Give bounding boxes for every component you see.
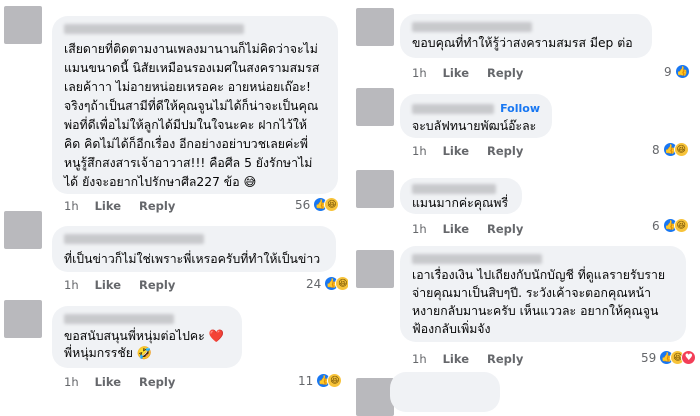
reaction-count: 24	[306, 276, 322, 291]
comment-bubble: เสียดายที่ติดตามงานเพลงมานานก็ไม่คิดว่าจ…	[52, 16, 338, 194]
reaction-summary[interactable]: 59 👍 😆 ♥	[641, 350, 697, 365]
comment-bubble: Follow จะบลัฟทนายพัฒน์อ๊ะละ	[400, 94, 552, 138]
reply-button[interactable]: Reply	[487, 144, 523, 158]
reaction-summary[interactable]: 8 👍 😆	[652, 142, 689, 157]
comment-bubble: ขอสนับสนุนพี่หนุ่มต่อไปคะ ❤️ พี่หนุ่มกรร…	[52, 306, 242, 368]
comment-bubble: ขอบคุณที่ทำให้รู้ว่าสงครามสมรส มีep ต่อ	[400, 14, 652, 58]
timestamp: 1h	[412, 352, 427, 366]
comment-text: แมนมากค่ะคุณพรี่	[412, 196, 509, 210]
reaction-summary[interactable]: 6 👍 😆	[652, 218, 689, 233]
haha-reaction-icon: 😆	[327, 373, 343, 388]
avatar[interactable]	[356, 170, 394, 208]
reaction-count: 6	[652, 218, 660, 233]
timestamp: 1h	[64, 375, 79, 389]
reply-button[interactable]: Reply	[139, 278, 175, 292]
reaction-count: 8	[652, 142, 660, 157]
like-button[interactable]: Like	[443, 66, 469, 80]
reaction-summary[interactable]: 24 👍 😆	[306, 276, 351, 291]
love-reaction-icon: ♥	[681, 350, 697, 365]
reaction-summary[interactable]: 11 👍 😆	[298, 373, 343, 388]
author-name-blurred[interactable]	[64, 24, 244, 34]
comment-text: ที่เป็นข่าวก็ไม่ใช่เพราะพี่เหรอครับที่ทำ…	[64, 252, 321, 266]
avatar[interactable]	[356, 250, 394, 288]
reaction-count: 56	[295, 197, 311, 212]
author-name-blurred[interactable]	[412, 103, 495, 114]
timestamp: 1h	[64, 199, 79, 213]
follow-button[interactable]: Follow	[500, 102, 540, 115]
avatar[interactable]	[356, 8, 394, 46]
reply-button[interactable]: Reply	[139, 375, 175, 389]
avatar[interactable]	[4, 6, 42, 44]
comment-actions: 1h Like Reply	[64, 278, 193, 292]
reply-button[interactable]: Reply	[487, 222, 523, 236]
timestamp: 1h	[412, 144, 427, 158]
like-button[interactable]: Like	[443, 352, 469, 366]
comment-text: จะบลัฟทนายพัฒน์อ๊ะละ	[412, 119, 537, 133]
comment-actions: 1h Like Reply	[412, 352, 541, 366]
timestamp: 1h	[64, 278, 79, 292]
reaction-count: 11	[298, 373, 314, 388]
haha-reaction-icon: 😆	[673, 142, 689, 157]
reaction-count: 9	[664, 64, 672, 79]
author-name-blurred[interactable]	[412, 184, 496, 194]
comment-bubble	[390, 372, 500, 412]
avatar[interactable]	[4, 300, 42, 338]
reply-button[interactable]: Reply	[487, 352, 523, 366]
comment-actions: 1h Like Reply	[64, 375, 193, 389]
author-name-blurred[interactable]	[64, 234, 204, 244]
reaction-count: 59	[641, 350, 657, 365]
like-button[interactable]: Like	[95, 375, 121, 389]
reply-button[interactable]: Reply	[487, 66, 523, 80]
like-reaction-icon: 👍	[674, 64, 690, 79]
haha-reaction-icon: 😆	[673, 218, 689, 233]
comment-actions: 1h Like Reply	[64, 199, 193, 213]
comment-text: เสียดายที่ติดตามงานเพลงมานานก็ไม่คิดว่าจ…	[64, 42, 320, 189]
reaction-summary[interactable]: 56 👍 😆	[295, 197, 340, 212]
comment-text: ขอบคุณที่ทำให้รู้ว่าสงครามสมรส มีep ต่อ	[412, 36, 633, 50]
avatar[interactable]	[356, 88, 394, 126]
reply-button[interactable]: Reply	[139, 199, 175, 213]
column-divider	[348, 0, 352, 404]
comment-bubble: แมนมากค่ะคุณพรี่	[400, 178, 522, 214]
avatar[interactable]	[4, 211, 42, 249]
author-name-blurred[interactable]	[412, 22, 532, 32]
like-button[interactable]: Like	[443, 144, 469, 158]
comment-bubble: ที่เป็นข่าวก็ไม่ใช่เพราะพี่เหรอครับที่ทำ…	[52, 226, 336, 272]
haha-reaction-icon: 😆	[324, 197, 340, 212]
like-button[interactable]: Like	[443, 222, 469, 236]
timestamp: 1h	[412, 66, 427, 80]
author-name-blurred[interactable]	[64, 314, 174, 324]
avatar[interactable]	[356, 378, 394, 416]
comment-actions: 1h Like Reply	[412, 222, 541, 236]
author-name-blurred[interactable]	[412, 254, 542, 264]
reaction-summary[interactable]: 9 👍	[664, 64, 690, 79]
comment-bubble: เอาเรื่องเงิน ไปเถียงกับนักบัญชี ที่ดูแล…	[400, 246, 686, 342]
comment-actions: 1h Like Reply	[412, 66, 541, 80]
like-button[interactable]: Like	[95, 278, 121, 292]
comment-text: ขอสนับสนุนพี่หนุ่มต่อไปคะ ❤️ พี่หนุ่มกรร…	[64, 329, 224, 360]
comment-text: เอาเรื่องเงิน ไปเถียงกับนักบัญชี ที่ดูแล…	[412, 268, 666, 336]
timestamp: 1h	[412, 222, 427, 236]
comment-actions: 1h Like Reply	[412, 144, 541, 158]
like-button[interactable]: Like	[95, 199, 121, 213]
